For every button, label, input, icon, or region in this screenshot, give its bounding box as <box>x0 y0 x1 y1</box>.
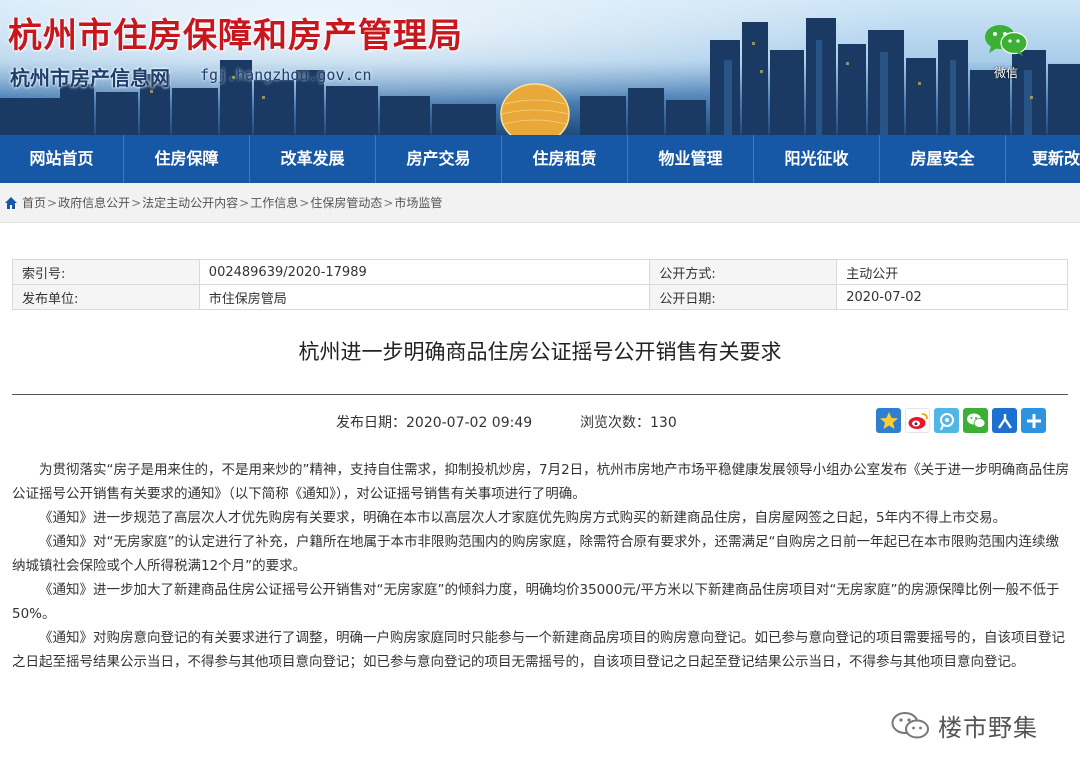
watermark-text: 楼市野集 <box>938 714 1038 742</box>
wechat-label: 微信 <box>993 66 1018 80</box>
more-share-icon[interactable] <box>1021 408 1046 433</box>
table-row: 发布单位: 市住保房管局 公开日期: 2020-07-02 <box>12 284 1068 310</box>
nav-item-expropriation[interactable]: 阳光征收 <box>754 135 880 183</box>
publish-date: 发布日期：2020-07-02 09:49 <box>336 415 533 431</box>
share-bar <box>876 408 1050 433</box>
nav-item-rental[interactable]: 住房租赁 <box>502 135 628 183</box>
article-body: 为贯彻落实“房子是用来住的，不是用来炒的”精神，支持自住需求，抑制投机炒房，7月… <box>12 458 1070 674</box>
crumb-home[interactable]: 首页 <box>22 194 46 211</box>
nav-item-housing-security[interactable]: 住房保障 <box>124 135 250 183</box>
site-title: 杭州市住房保障和房产管理局 <box>8 16 463 56</box>
tencent-weibo-icon[interactable] <box>934 408 959 433</box>
publisher-label: 发布单位: <box>12 284 200 310</box>
index-label: 索引号: <box>12 259 200 285</box>
site-url[interactable]: fgj.hangzhou.gov.cn <box>200 66 372 84</box>
crumb-separator: > <box>131 195 142 210</box>
site-subtitle: 杭州市房产信息网 <box>10 66 170 90</box>
crumb-legal-disclosure[interactable]: 法定主动公开内容 <box>142 194 238 211</box>
nav-item-reform[interactable]: 改革发展 <box>250 135 376 183</box>
article-paragraph: 《通知》对“无房家庭”的认定进行了补充，户籍所在地属于本市非限购范围内的购房家庭… <box>12 534 1059 574</box>
document-info-table: 索引号: 002489639/2020-17989 公开方式: 主动公开 发布单… <box>12 259 1068 310</box>
crumb-separator: > <box>47 195 58 210</box>
nav-item-renewal[interactable]: 更新改 <box>1006 135 1080 183</box>
renren-icon[interactable] <box>992 408 1017 433</box>
article-title: 杭州进一步明确商品住房公证摇号公开销售有关要求 <box>298 340 782 364</box>
article-paragraph: 《通知》进一步规范了高层次人才优先购房有关要求，明确在本市以高层次人才家庭优先购… <box>39 510 1007 526</box>
home-icon <box>5 196 17 209</box>
crumb-gov-info[interactable]: 政府信息公开 <box>58 194 130 211</box>
main-nav: 网站首页 住房保障 改革发展 房产交易 住房租赁 物业管理 阳光征收 房屋安全 … <box>0 135 1080 183</box>
nav-item-home[interactable]: 网站首页 <box>0 135 124 183</box>
article-paragraph: 为贯彻落实“房子是用来住的，不是用来炒的”精神，支持自住需求，抑制投机炒房，7月… <box>12 462 1070 502</box>
crumb-separator: > <box>239 195 250 210</box>
article-paragraph: 《通知》对购房意向登记的有关要求进行了调整，明确一户购房家庭同时只能参与一个新建… <box>12 630 1065 670</box>
view-count: 浏览次数：130 <box>580 415 677 431</box>
crumb-separator: > <box>383 195 394 210</box>
breadcrumb: 首页 > 政府信息公开 > 法定主动公开内容 > 工作信息 > 住保房管动态 >… <box>0 183 1080 223</box>
nav-item-property-trading[interactable]: 房产交易 <box>376 135 502 183</box>
nav-item-housing-safety[interactable]: 房屋安全 <box>880 135 1006 183</box>
title-divider <box>12 394 1068 395</box>
wechat-share-icon[interactable] <box>963 408 988 433</box>
wechat-outline-icon <box>891 711 929 738</box>
crumb-bureau-news[interactable]: 住保房管动态 <box>310 194 382 211</box>
qzone-icon[interactable] <box>876 408 901 433</box>
table-row: 索引号: 002489639/2020-17989 公开方式: 主动公开 <box>12 259 1068 285</box>
crumb-work-info[interactable]: 工作信息 <box>250 194 298 211</box>
index-value: 002489639/2020-17989 <box>198 259 651 285</box>
open-method-label: 公开方式: <box>649 259 838 285</box>
publisher-value: 市住保房管局 <box>198 284 651 310</box>
crumb-separator: > <box>299 195 310 210</box>
open-method-value: 主动公开 <box>836 259 1068 285</box>
open-date-value: 2020-07-02 <box>836 284 1068 310</box>
header-banner: 杭州市住房保障和房产管理局 杭州市房产信息网 fgj.hangzhou.gov.… <box>0 0 1080 135</box>
wechat-icon <box>985 25 1028 56</box>
weibo-icon[interactable] <box>905 408 930 433</box>
open-date-label: 公开日期: <box>649 284 838 310</box>
wechat-link[interactable]: 微信 <box>980 22 1032 81</box>
crumb-market-supervision[interactable]: 市场监管 <box>394 194 442 211</box>
watermark: 楼市野集 <box>890 708 1038 743</box>
article-paragraph: 《通知》进一步加大了新建商品住房公证摇号公开销售对“无房家庭”的倾斜力度，明确均… <box>12 582 1060 622</box>
nav-item-property-management[interactable]: 物业管理 <box>628 135 754 183</box>
